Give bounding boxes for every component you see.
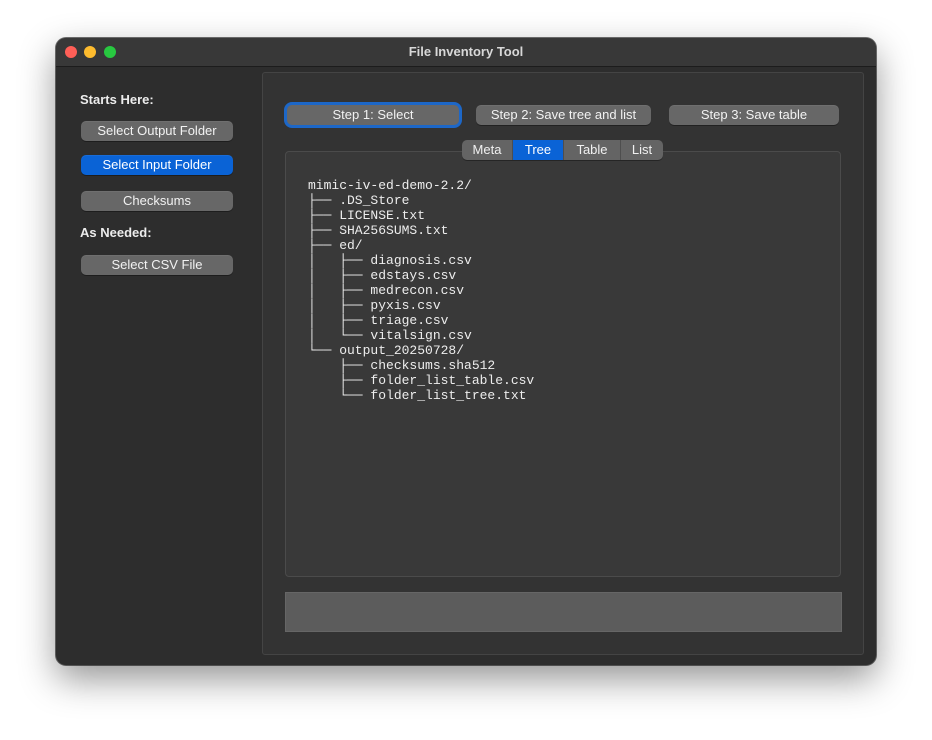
tree-line: │ ├── edstays.csv [308,268,457,283]
tree-line: ├── .DS_Store [308,193,410,208]
tree-line: ├── LICENSE.txt [308,208,426,223]
select-input-folder-button[interactable]: Select Input Folder [81,155,233,175]
tree-line: └── output_20250728/ [308,343,465,358]
tab-table[interactable]: Table [564,140,621,160]
select-output-folder-button[interactable]: Select Output Folder [81,121,233,141]
app-window: File Inventory Tool Starts Here: Select … [56,38,876,665]
tab-bar: Meta Tree Table List [462,140,663,160]
tab-content-area: mimic-iv-ed-demo-2.2/ ├── .DS_Store ├── … [285,151,841,577]
tab-tree[interactable]: Tree [513,140,564,160]
tree-line: ├── ed/ [308,238,363,253]
main-panel: Step 1: Select Step 2: Save tree and lis… [262,72,864,655]
status-output-field[interactable] [285,592,842,632]
tab-list[interactable]: List [621,140,663,160]
step2-save-tree-button[interactable]: Step 2: Save tree and list [476,105,651,125]
tree-line: │ ├── diagnosis.csv [308,253,472,268]
starts-here-heading: Starts Here: [80,92,154,107]
step3-save-table-button[interactable]: Step 3: Save table [669,105,839,125]
tree-line: mimic-iv-ed-demo-2.2/ [308,178,472,193]
checksums-button[interactable]: Checksums [81,191,233,211]
tree-view: mimic-iv-ed-demo-2.2/ ├── .DS_Store ├── … [308,178,534,403]
tree-line: │ ├── pyxis.csv [308,298,441,313]
tree-line: ├── folder_list_table.csv [308,373,535,388]
tab-meta[interactable]: Meta [462,140,513,160]
title-bar[interactable]: File Inventory Tool [56,38,876,67]
select-csv-file-button[interactable]: Select CSV File [81,255,233,275]
window-title: File Inventory Tool [408,44,524,59]
as-needed-heading: As Needed: [80,225,152,240]
tree-line: ├── SHA256SUMS.txt [308,223,449,238]
tree-line: ├── checksums.sha512 [308,358,496,373]
step1-select-button[interactable]: Step 1: Select [287,105,459,125]
tree-line: │ ├── triage.csv [308,313,449,328]
tree-line: │ ├── medrecon.csv [308,283,465,298]
tree-line: └── folder_list_tree.txt [308,388,527,403]
tree-line: │ └── vitalsign.csv [308,328,472,343]
